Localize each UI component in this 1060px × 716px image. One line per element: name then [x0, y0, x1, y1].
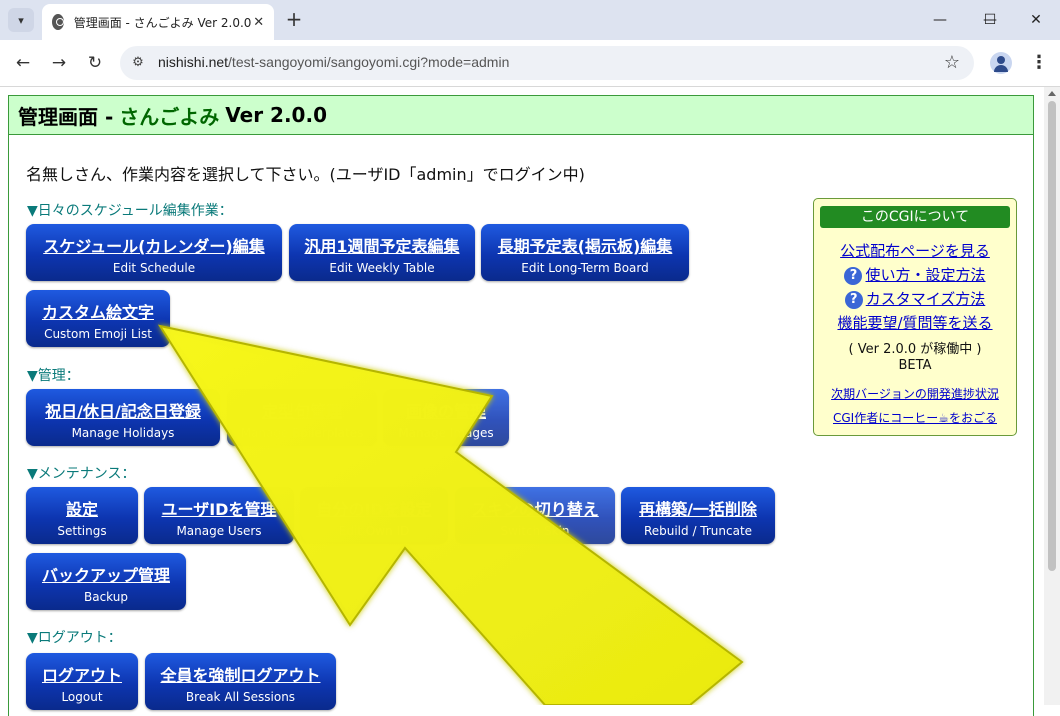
switch-skin-button[interactable]: スキンの切り替え Switch Skin — [455, 487, 615, 544]
globe-icon — [52, 14, 64, 30]
edit-schedule-button[interactable]: スケジュール(カレンダー)編集 Edit Schedule — [26, 224, 282, 281]
address-bar[interactable]: ⚙ nishishi.net/test-sangoyomi/sangoyomi.… — [120, 46, 974, 80]
break-all-sessions-button[interactable]: 全員を強制ログアウト Break All Sessions — [145, 653, 336, 710]
tab-search-button[interactable]: ▾ — [8, 8, 34, 32]
app-name: さんごよみ — [119, 104, 220, 129]
page-viewport: 管理画面 - さんごよみ Ver 2.0.0 名無しさん、作業内容を選択して下さ… — [0, 87, 1060, 716]
page-title: 管理画面 - さんごよみ Ver 2.0.0 — [9, 96, 1033, 135]
running-version: ( Ver 2.0.0 が稼働中 ) — [848, 342, 982, 357]
settings-button[interactable]: 設定 Settings — [26, 487, 138, 544]
tab-close-icon[interactable]: ✕ — [251, 15, 266, 30]
app-version: Ver 2.0.0 — [225, 103, 327, 127]
images-button[interactable]: 画像の管理 Manage Images — [383, 389, 509, 446]
official-page-link[interactable]: 公式配布ページを見る — [814, 240, 1016, 261]
manage-users-button[interactable]: ユーザIDを管理 Manage Users — [144, 487, 294, 544]
about-cgi-box: このCGIについて 公式配布ページを見る ? 使い方・設定方法 ? カスタマイズ方法… — [813, 198, 1017, 436]
forward-button[interactable]: → — [46, 50, 72, 76]
edit-weekly-button[interactable]: 汎用1週間予定表編集 Edit Weekly Table — [289, 224, 475, 281]
boilerplates-button[interactable]: 定型句管理 Manage Boilerplates — [227, 389, 377, 446]
custom-emoji-button[interactable]: カスタム絵文字 Custom Emoji List — [26, 290, 170, 347]
edit-own-id-button[interactable]: 自分のIDを設定 Edit Own ID — [300, 487, 448, 544]
maximize-window-button[interactable]: ☐ — [966, 0, 1014, 40]
section-manage: ▼管理： — [27, 368, 80, 384]
menu-kebab-icon[interactable]: ⋮ — [1030, 52, 1048, 73]
rebuild-button[interactable]: 再構築/一括削除 Rebuild / Truncate — [621, 487, 775, 544]
minimize-window-button[interactable]: — — [916, 0, 964, 40]
close-window-button[interactable]: ✕ — [1012, 0, 1060, 40]
section-maintenance: ▼メンテナンス： — [27, 466, 136, 482]
browser-tab-bar: ▾ 管理画面 - さんごよみ Ver 2.0.0 ✕ + — — [0, 0, 1060, 40]
welcome-message: 名無しさん、作業内容を選択して下さい。(ユーザID「admin」でログイン中) — [26, 165, 585, 184]
scroll-thumb[interactable] — [1048, 101, 1056, 571]
title-prefix: 管理画面 - — [18, 104, 114, 129]
reload-button[interactable]: ↻ — [82, 50, 108, 76]
scroll-up-arrow[interactable] — [1048, 91, 1056, 96]
feedback-link[interactable]: 機能要望/質問等を送る — [814, 312, 1016, 333]
section-daily: ▼日々のスケジュール編集作業： — [27, 203, 233, 219]
new-tab-button[interactable]: + — [282, 8, 306, 32]
dev-progress-link[interactable]: 次期バージョンの開発進捗状況 — [814, 385, 1016, 402]
browser-tab[interactable]: 管理画面 - さんごよみ Ver 2.0.0 ✕ — [42, 4, 274, 40]
about-cgi-title: このCGIについて — [820, 206, 1010, 228]
buy-coffee-link[interactable]: CGI作者にコーヒー☕をおごる — [814, 409, 1016, 426]
customize-link[interactable]: ? カスタマイズ方法 — [814, 288, 1016, 309]
beta-label: BETA — [898, 358, 932, 373]
profile-avatar[interactable] — [990, 52, 1012, 74]
logout-button[interactable]: ログアウト Logout — [26, 653, 138, 710]
help-icon: ? — [844, 267, 863, 285]
tab-title: 管理画面 - さんごよみ Ver 2.0.0 — [73, 15, 252, 30]
url-text: nishishi.net/test-sangoyomi/sangoyomi.cg… — [158, 54, 510, 70]
backup-button[interactable]: バックアップ管理 Backup — [26, 553, 186, 610]
browser-toolbar: ← → ↻ ⚙ nishishi.net/test-sangoyomi/sang… — [0, 40, 1060, 87]
site-settings-icon[interactable]: ⚙ — [130, 55, 146, 71]
holidays-button[interactable]: 祝日/休日/記念日登録 Manage Holidays — [26, 389, 220, 446]
section-logout: ▼ログアウト： — [27, 630, 122, 646]
page-scrollbar[interactable] — [1044, 87, 1060, 705]
usage-link[interactable]: ? 使い方・設定方法 — [814, 264, 1016, 285]
help-icon: ? — [844, 291, 863, 309]
edit-longterm-button[interactable]: 長期予定表(掲示板)編集 Edit Long-Term Board — [481, 224, 689, 281]
back-button[interactable]: ← — [10, 50, 36, 76]
bookmark-star-icon[interactable]: ☆ — [944, 52, 960, 73]
